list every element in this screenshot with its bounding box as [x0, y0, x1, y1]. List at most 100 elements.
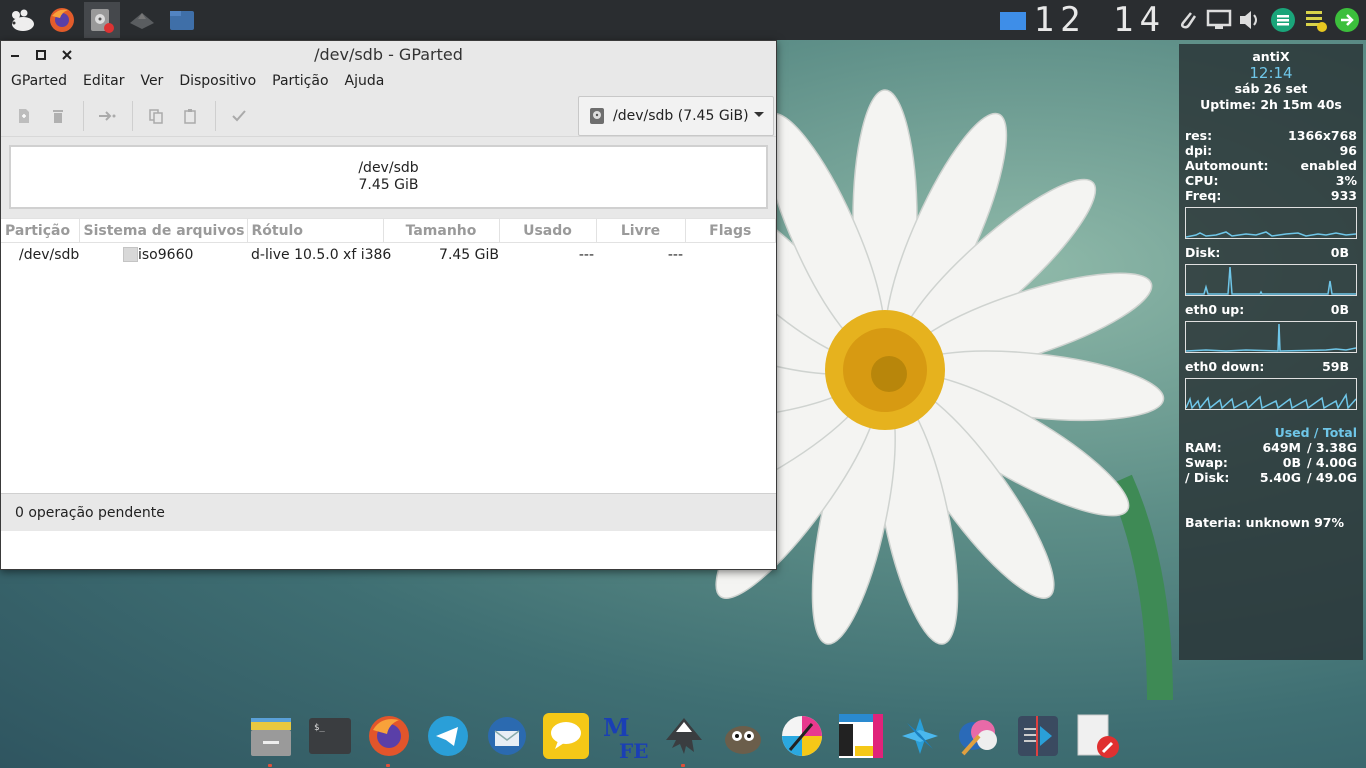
device-selector[interactable]: /dev/sdb (7.45 GiB)	[578, 96, 774, 136]
dock-blue-flower-icon[interactable]	[895, 712, 944, 761]
dock-terminal-icon[interactable]: $_	[305, 712, 354, 761]
dock-palette-icon[interactable]	[954, 712, 1003, 761]
filesystem-color-swatch	[123, 247, 138, 263]
panel-clock[interactable]: 12 14	[1034, 2, 1166, 38]
conky-system-monitor: antiX 12:14 sáb 26 set Uptime: 2h 15m 40…	[1179, 44, 1363, 660]
update-icon[interactable]	[1332, 2, 1362, 38]
gparted-icon[interactable]	[84, 2, 120, 38]
svg-text:$_: $_	[314, 723, 325, 733]
conky-stat-value: 96	[1339, 143, 1357, 158]
eth-up-graph	[1185, 321, 1357, 353]
conky-swap: Swap: 0B / 4.00G	[1185, 455, 1357, 470]
dock-layout-icon[interactable]	[836, 712, 885, 761]
running-indicator	[386, 763, 390, 767]
menu-bar: GParted Editar Ver Dispositivo Partição …	[1, 68, 776, 95]
dock-messages-icon[interactable]	[541, 712, 590, 761]
conky-stat-label: dpi:	[1185, 143, 1213, 158]
dock-mfe-icon[interactable]: M FE	[600, 712, 649, 761]
menu-dispositivo[interactable]: Dispositivo	[171, 68, 264, 95]
toolbar-separator	[215, 100, 216, 131]
menu-ajuda[interactable]: Ajuda	[337, 68, 393, 95]
dock-firefox-icon[interactable]	[364, 712, 413, 767]
column-header-free[interactable]: Livre	[596, 218, 686, 243]
conky-disk: Disk: 0B	[1185, 245, 1357, 260]
column-header-partition[interactable]: Partição	[1, 218, 80, 243]
conky-stat-value: 933	[1330, 188, 1357, 203]
cell-filesystem-name: iso9660	[138, 246, 194, 263]
conky-stat-value: 0B	[1330, 245, 1349, 260]
column-header-used[interactable]: Usado	[499, 218, 597, 243]
system-tray: 12 14	[998, 2, 1362, 38]
dock-inkscape-icon[interactable]	[659, 712, 708, 767]
display-icon[interactable]	[1204, 2, 1234, 38]
unknown-app-icon[interactable]	[124, 2, 160, 38]
conky-stat-value: enabled	[1300, 158, 1357, 173]
dock-file-manager-icon[interactable]	[246, 712, 295, 767]
paste-button[interactable]	[175, 101, 205, 131]
menu-mouse-icon[interactable]	[4, 2, 40, 38]
running-indicator	[681, 763, 685, 767]
partition-table-area: Partição Sistema de arquivos Rótulo Tama…	[1, 218, 776, 531]
conky-stat-label: res:	[1185, 128, 1213, 143]
close-button[interactable]	[55, 43, 79, 67]
dock-telegram-icon[interactable]	[423, 712, 472, 761]
dock-notes-icon[interactable]	[1072, 712, 1121, 761]
conky-stat-label: CPU:	[1185, 173, 1219, 188]
volume-icon[interactable]	[1236, 2, 1266, 38]
conky-stat-label: eth0 down:	[1185, 359, 1265, 374]
conky-mem-used: 649M	[1262, 440, 1301, 455]
window-titlebar[interactable]: /dev/sdb - GParted	[1, 41, 776, 68]
maximize-button[interactable]	[29, 43, 53, 67]
column-header-filesystem[interactable]: Sistema de arquivos	[79, 218, 248, 243]
used-total-header: Used / Total	[1274, 425, 1357, 440]
partition-table: Partição Sistema de arquivos Rótulo Tama…	[1, 218, 776, 267]
disk-map[interactable]: /dev/sdb 7.45 GiB	[9, 145, 768, 209]
new-partition-button[interactable]	[9, 101, 39, 131]
clipboard-icon[interactable]	[1300, 2, 1330, 38]
paperclip-icon[interactable]	[1172, 2, 1202, 38]
cell-partition: /dev/sdb	[19, 246, 80, 263]
conky-stat-label: eth0 up:	[1185, 302, 1245, 317]
conky-stat-label: Freq:	[1185, 188, 1222, 203]
column-header-label[interactable]: Rótulo	[247, 218, 384, 243]
copy-button[interactable]	[141, 101, 171, 131]
table-row[interactable]: /dev/sdb iso9660 d-live 10.5.0 xf i386 7…	[1, 243, 776, 267]
menu-particao[interactable]: Partição	[264, 68, 336, 95]
conky-battery-value: unknown 97%	[1245, 515, 1344, 530]
svg-text:FE: FE	[619, 739, 648, 760]
cell-filesystem: iso9660	[79, 243, 247, 267]
delete-partition-button[interactable]	[43, 101, 73, 131]
disk-graph	[1185, 264, 1357, 296]
conky-hostname: antiX	[1252, 49, 1290, 64]
conky-ram: RAM: 649M / 3.38G	[1185, 440, 1357, 455]
conky-stat-label: Automount:	[1185, 158, 1269, 173]
resize-move-button[interactable]	[92, 101, 122, 131]
conky-mem-total: / 3.38G	[1306, 440, 1357, 455]
conky-stat-res: res: 1366x768	[1185, 128, 1357, 143]
minimize-button[interactable]	[3, 43, 27, 67]
conky-eth-down: eth0 down: 59B	[1185, 359, 1357, 374]
cell-label: d-live 10.5.0 xf i386	[251, 246, 392, 263]
dock-gimp-icon[interactable]	[718, 712, 767, 761]
launcher-area	[4, 2, 200, 38]
conky-mem-label: RAM:	[1185, 440, 1222, 455]
menu-gparted[interactable]: GParted	[3, 68, 75, 95]
workspace-icon[interactable]	[998, 2, 1028, 38]
chevron-down-icon	[754, 112, 764, 117]
network-icon[interactable]	[1268, 2, 1298, 38]
dock-paint-icon[interactable]	[777, 712, 826, 761]
dock-thunderbird-icon[interactable]	[482, 712, 531, 761]
gparted-window: /dev/sdb - GParted GParted Editar Ver Di…	[0, 40, 777, 570]
apply-button[interactable]	[224, 101, 254, 131]
column-header-size[interactable]: Tamanho	[383, 218, 500, 243]
conky-uptime: Uptime: 2h 15m 40s	[1200, 97, 1342, 112]
menu-ver[interactable]: Ver	[132, 68, 171, 95]
firefox-icon[interactable]	[44, 2, 80, 38]
file-manager-icon[interactable]	[164, 2, 200, 38]
dock-media-icon[interactable]	[1013, 712, 1062, 761]
column-header-flags[interactable]: Flags	[685, 218, 776, 243]
menu-editar[interactable]: Editar	[75, 68, 132, 95]
cell-size: 7.45 GiB	[439, 246, 499, 263]
cell-free: ---	[667, 246, 683, 263]
pending-operations-text: 0 operação pendente	[15, 504, 165, 521]
